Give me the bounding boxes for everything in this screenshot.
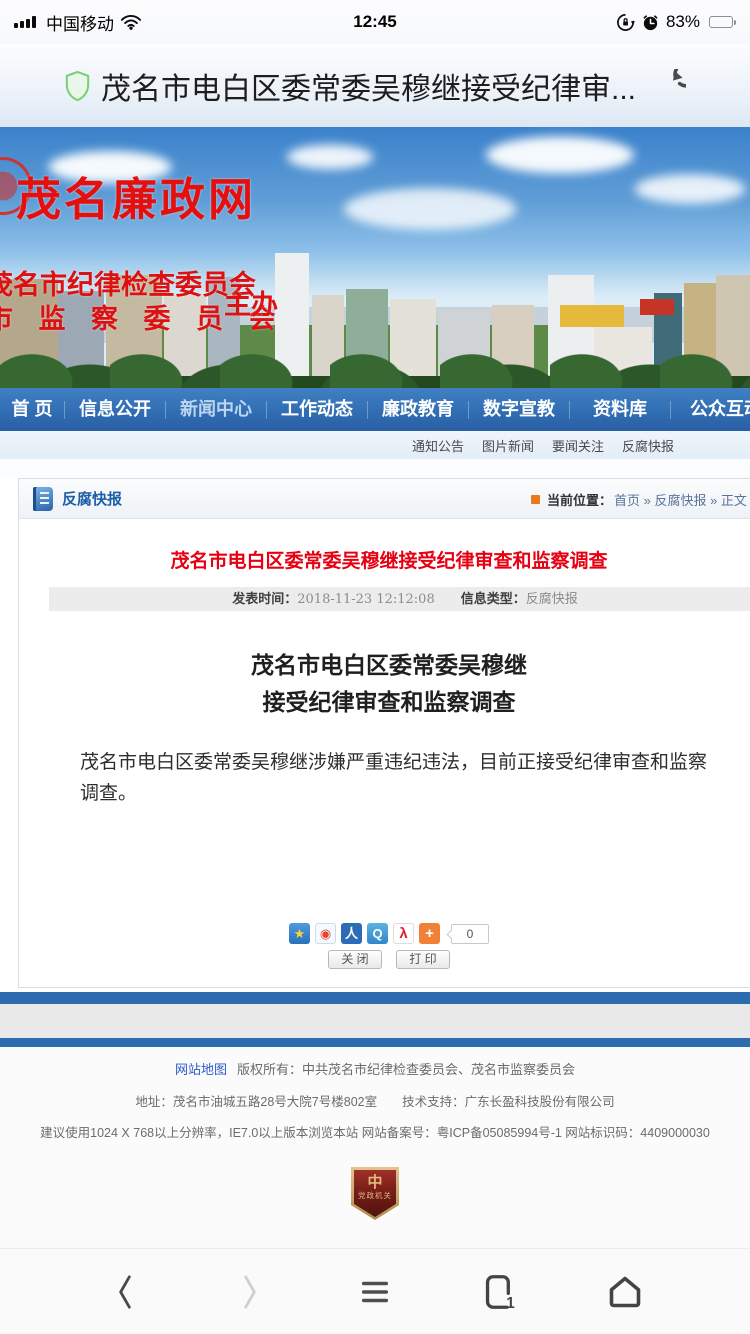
breadcrumb-label: 当前位置：: [547, 490, 612, 509]
section-title: 反腐快报: [62, 488, 122, 509]
battery-icon: [709, 16, 736, 28]
content-gap: [0, 459, 750, 478]
gov-badge-icon[interactable]: 中 党政机关: [351, 1167, 399, 1220]
info-type-label: 信息类型：: [461, 591, 526, 606]
main-nav: 首 页 信息公开 新闻中心 工作动态 廉政教育 数字宣教 资料库 公众互动: [0, 388, 750, 431]
info-type-value: 反腐快报: [526, 592, 578, 607]
forward-chevron-icon: [245, 1276, 254, 1306]
forward-button[interactable]: [226, 1268, 274, 1316]
article-heading-line2: 接受纪律审查和监察调查: [19, 684, 750, 721]
nav-item-info-disclosure[interactable]: 信息公开: [65, 388, 165, 431]
cell-signal-icon: [14, 16, 36, 28]
nav-item-integrity-education[interactable]: 廉政教育: [368, 388, 468, 431]
more-share-icon[interactable]: +: [419, 923, 440, 944]
nav-item-digital-promotion[interactable]: 数字宣教: [469, 388, 569, 431]
banner-host-suffix: 主办: [224, 283, 278, 322]
news-book-icon: [33, 487, 53, 511]
print-button[interactable]: 打 印: [396, 950, 450, 969]
gov-badge-text: 党政机关: [354, 1191, 396, 1200]
footer-notice-line: 建议使用1024 X 768以上分辨率，IE7.0以上版本浏览本站 网站备案号：…: [0, 1122, 750, 1141]
subnav-item-notices[interactable]: 通知公告: [412, 436, 464, 455]
back-chevron-icon: [120, 1276, 129, 1306]
site-name: 茂名廉政网: [16, 163, 256, 228]
article-heading-line1: 茂名市电白区委常委吴穆继: [19, 647, 750, 684]
wifi-icon: [120, 14, 142, 30]
page-footer: 网站地图版权所有：中共茂名市纪律检查委员会、茂名市监察委员会 地址：茂名市油城五…: [0, 1047, 750, 1248]
publish-time-value: 2018-11-23 12:12:08: [297, 592, 434, 607]
article-red-title: 茂名市电白区委常委吴穆继接受纪律审查和监察调查: [19, 546, 750, 573]
breadcrumb: 当前位置： 首页 » 反腐快报 » 正文: [531, 479, 747, 519]
share-count-badge: 0: [451, 924, 489, 944]
breadcrumb-path[interactable]: 首页 » 反腐快报 » 正文: [614, 490, 747, 509]
page-title[interactable]: 茂名市电白区委常委吴穆继接受纪律审...: [101, 64, 636, 108]
browser-address-bar[interactable]: 茂名市电白区委常委吴穆继接受纪律审...: [0, 44, 750, 127]
subnav-item-news-focus[interactable]: 要闻关注: [552, 436, 604, 455]
breadcrumb-bullet-icon: [531, 495, 540, 504]
share-buttons-row: ★ ◉ 人 Q λ + 0: [19, 923, 750, 944]
tabs-icon: 1: [488, 1276, 516, 1309]
article-box-header: 反腐快报 当前位置： 首页 » 反腐快报 » 正文: [19, 479, 750, 519]
alarm-clock-icon: [641, 13, 660, 32]
banner-photo: 茂名廉政网 茂名市纪律检查委员会 市 监 察 委 员 会 主办: [0, 127, 750, 388]
nav-item-database[interactable]: 资料库: [570, 388, 670, 431]
tab-count-label: 1: [506, 1294, 515, 1309]
sub-nav: 通知公告 图片新闻 要闻关注 反腐快报: [0, 431, 750, 459]
sitemap-link[interactable]: 网站地图: [175, 1062, 227, 1077]
article-box: 反腐快报 当前位置： 首页 » 反腐快报 » 正文 茂名市电白区委常委吴穆继接受…: [18, 478, 750, 988]
footer-copyright-line: 网站地图版权所有：中共茂名市纪律检查委员会、茂名市监察委员会: [0, 1047, 750, 1078]
sina-weibo-share-icon[interactable]: ◉: [315, 923, 336, 944]
people-weibo-share-icon[interactable]: λ: [393, 923, 414, 944]
home-icon: [612, 1278, 639, 1305]
security-shield-icon[interactable]: [64, 70, 91, 102]
battery-percent-label: 83%: [666, 12, 700, 32]
browser-toolbar: 1: [0, 1248, 750, 1334]
rotation-lock-icon: [616, 13, 635, 32]
nav-item-public-interaction[interactable]: 公众互动: [671, 388, 750, 431]
carrier-label: 中国移动: [46, 10, 114, 35]
close-button[interactable]: 关 闭: [328, 950, 382, 969]
publish-time-label: 发表时间：: [232, 591, 297, 606]
banner-trees: [0, 330, 750, 388]
footer-gray-band: [0, 1004, 750, 1038]
tencent-weibo-share-icon[interactable]: Q: [367, 923, 388, 944]
article-meta-bar: 发表时间：2018-11-23 12:12:08 信息类型：反腐快报: [49, 587, 750, 611]
nav-item-news-center[interactable]: 新闻中心: [166, 388, 266, 431]
subnav-item-photo-news[interactable]: 图片新闻: [482, 436, 534, 455]
nav-item-work-dynamics[interactable]: 工作动态: [267, 388, 367, 431]
footer-blue-bar-bottom: [0, 1038, 750, 1047]
menu-button[interactable]: [351, 1268, 399, 1316]
article-body-text: 茂名市电白区委常委吴穆继涉嫌严重违纪违法，目前正接受纪律审查和监察调查。: [19, 747, 750, 809]
renren-share-icon[interactable]: 人: [341, 923, 362, 944]
hamburger-menu-icon: [364, 1283, 387, 1300]
status-bar: 中国移动 12:45 83%: [0, 0, 750, 44]
gov-badge-emblem: 中: [354, 1174, 396, 1191]
back-button[interactable]: [101, 1268, 149, 1316]
article-heading: 茂名市电白区委常委吴穆继 接受纪律审查和监察调查: [19, 647, 750, 721]
article-actions-row: 关 闭 打 印: [19, 950, 750, 969]
qzone-share-icon[interactable]: ★: [289, 923, 310, 944]
home-button[interactable]: [601, 1268, 649, 1316]
nav-item-home[interactable]: 首 页: [0, 388, 64, 431]
footer-address-line: 地址：茂名市油城五路28号大院7号楼802室 技术支持：广东长盈科技股份有限公司: [0, 1091, 750, 1110]
tabs-button[interactable]: 1: [476, 1268, 524, 1316]
footer-blue-bar-top: [0, 992, 750, 1004]
refresh-icon[interactable]: [652, 69, 686, 103]
copyright-text: 版权所有：中共茂名市纪律检查委员会、茂名市监察委员会: [237, 1062, 575, 1077]
subnav-item-anticorruption-bulletin[interactable]: 反腐快报: [622, 436, 674, 455]
